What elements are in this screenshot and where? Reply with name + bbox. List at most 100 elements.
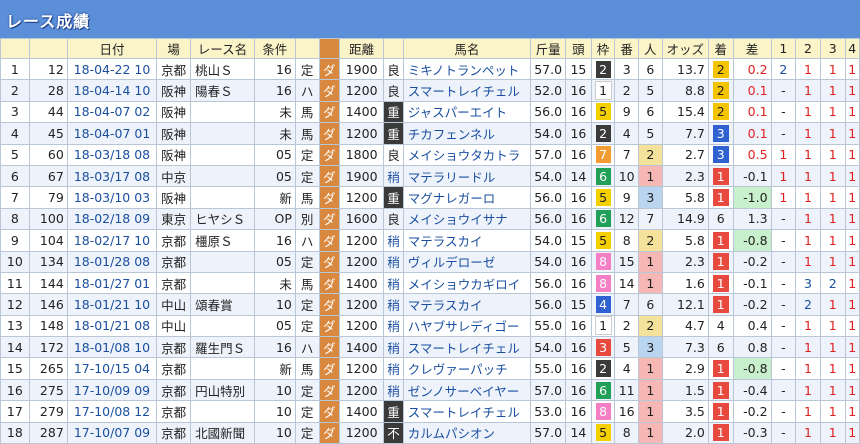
col-header-pos1[interactable]: 1	[770, 38, 797, 59]
col-header-pos3[interactable]: 3	[819, 38, 846, 59]
winner-horse-link[interactable]: スマートレイチェル	[402, 79, 532, 102]
col-header-surface[interactable]	[318, 38, 341, 59]
col-header-tag[interactable]	[294, 38, 320, 59]
col-header-heads[interactable]: 頭	[565, 38, 592, 59]
table-row[interactable]: 7 79 18-03/10 03 阪神 新馬ダ 1200 重マグナレガーロ 56.0 16 5 9 3…	[0, 186, 860, 209]
race-name	[190, 164, 255, 188]
race-date-link[interactable]: 18-03/17 08	[66, 164, 158, 188]
winner-horse-link[interactable]: マテラスカイ	[402, 229, 532, 252]
winner-horse-link[interactable]: カルムパシオン	[402, 421, 532, 444]
table-row[interactable]: 16 275 17-10/09 09 京都 円山特別 10 定ダ 1200 稍ゼンノサーベイヤー…	[0, 378, 860, 402]
col-header-horse[interactable]: 馬名	[402, 38, 532, 59]
table-row[interactable]: 12 146 18-01/21 10 中山 頌春賞 10 定ダ 1200 稍マテラスカイ 56.0…	[0, 293, 860, 316]
col-header-pos4[interactable]: 4	[844, 38, 860, 59]
winner-horse-link[interactable]: マグナレガーロ	[402, 186, 532, 209]
table-row[interactable]: 2 28 18-04-14 10 阪神 陽春Ｓ 16 ハダ 1200 良スマートレイチェル 52.…	[0, 79, 860, 102]
winner-horse-link[interactable]: スマートレイチェル	[402, 400, 532, 423]
table-row[interactable]: 10 134 18-01/28 08 京都 05 定ダ 1200 稍ヴィルデローゼ 54.0 16…	[0, 250, 860, 273]
margin: 0.1	[732, 100, 772, 124]
distance: 1400	[339, 271, 385, 295]
distance: 1400	[339, 100, 385, 124]
table-row[interactable]: 5 60 18-03/18 08 阪神 05 定ダ 1800 良メイショウタカトラ 57.0 16…	[0, 143, 860, 166]
finish-badge: 6	[716, 339, 725, 355]
col-header-finish[interactable]: 着	[707, 38, 734, 59]
winner-horse-link[interactable]: スマートレイチェル	[402, 336, 532, 359]
venue: 京都	[156, 57, 192, 81]
corner-position-4: 1	[844, 378, 860, 402]
col-header-distance[interactable]: 距離	[339, 38, 385, 59]
table-row[interactable]: 13 148 18-01/21 08 中山 05 定ダ 1200 稍ハヤブサレディゴー 55.0…	[0, 314, 860, 338]
col-header-cond[interactable]: 条件	[253, 38, 296, 59]
winner-horse-link[interactable]: メイショウカギロイ	[402, 271, 532, 295]
col-header-date[interactable]: 日付	[66, 38, 158, 59]
race-date-link[interactable]: 18-03/18 08	[66, 143, 158, 166]
col-header-id[interactable]	[28, 38, 68, 59]
winner-horse-link[interactable]: ゼンノサーベイヤー	[402, 378, 532, 402]
winner-horse-link[interactable]: ヴィルデローゼ	[402, 250, 532, 273]
winner-horse-link[interactable]: ハヤブサレディゴー	[402, 314, 532, 338]
track-condition: 良	[383, 79, 404, 102]
race-date-link[interactable]: 17-10/15 04	[66, 357, 158, 380]
table-row[interactable]: 6 67 18-03/17 08 中京 05 定ダ 1900 稍マテラリードル 54.0 14 6 1…	[0, 164, 860, 188]
col-header-no[interactable]	[0, 38, 30, 59]
col-header-race[interactable]: レース名	[190, 38, 255, 59]
row-number: 16	[0, 378, 30, 402]
race-date-link[interactable]: 18-01/27 01	[66, 271, 158, 295]
col-header-odds[interactable]: オッズ	[661, 38, 709, 59]
finish-badge: 3	[712, 124, 729, 142]
race-id: 279	[28, 400, 68, 423]
venue: 京都	[156, 271, 192, 295]
col-header-venue[interactable]: 場	[156, 38, 192, 59]
race-date-link[interactable]: 18-02/18 09	[66, 207, 158, 231]
margin: -1.0	[732, 186, 772, 209]
race-date-link[interactable]: 18-03/10 03	[66, 186, 158, 209]
track-condition: 稍	[383, 229, 404, 252]
race-date-link[interactable]: 17-10/09 09	[66, 378, 158, 402]
table-header-row: 日付場レース名 条件 距離 馬名 斤量頭枠番人オッズ着差 1 2 3 4	[0, 38, 860, 59]
table-row[interactable]: 18 287 17-10/07 09 京都 北國新聞 10 定ダ 1200 不カルムパシオン 57…	[0, 421, 860, 444]
table-row[interactable]: 3 44 18-04-07 02 阪神未馬ダ 1400 重ジャスパーエイト 56.0 16 5 9…	[0, 100, 860, 124]
winner-horse-link[interactable]: ジャスパーエイト	[402, 100, 532, 124]
col-header-margin[interactable]: 差	[732, 38, 772, 59]
winner-horse-link[interactable]: クレヴァーパッチ	[402, 357, 532, 380]
winner-horse-link[interactable]: マテラスカイ	[402, 293, 532, 316]
col-header-popularity[interactable]: 人	[638, 38, 663, 59]
finish-badge: 1	[712, 295, 729, 313]
race-date-link[interactable]: 18-01/21 10	[66, 293, 158, 316]
table-row[interactable]: 1 12 18-04-22 10 京都 桃山Ｓ 16 定ダ 1900 良ミキノトランペット 57.…	[0, 57, 860, 81]
race-date-link[interactable]: 18-04-07 02	[66, 100, 158, 124]
race-name	[190, 314, 255, 338]
race-date-link[interactable]: 18-04-22 10	[66, 57, 158, 81]
col-header-pos2[interactable]: 2	[795, 38, 821, 59]
race-date-link[interactable]: 18-04-14 10	[66, 79, 158, 102]
winner-horse-link[interactable]: ミキノトランペット	[402, 57, 532, 81]
corner-position-4: 1	[844, 314, 860, 338]
table-row[interactable]: 4 45 18-04-07 01 阪神未馬ダ 1200 重チカフェンネル 54.0 16 2 4 5…	[0, 122, 860, 145]
odds: 2.3	[661, 164, 709, 188]
table-row[interactable]: 11 144 18-01/27 01 京都未馬ダ 1400 稍メイショウカギロイ 56.0 1…	[0, 271, 860, 295]
winner-horse-link[interactable]: メイショウタカトラ	[402, 143, 532, 166]
table-row[interactable]: 17 279 17-10/08 12 京都 10 定ダ 1400 重スマートレイチェル 53.0…	[0, 400, 860, 423]
winner-horse-link[interactable]: チカフェンネル	[402, 122, 532, 145]
race-date-link[interactable]: 18-02/17 10	[66, 229, 158, 252]
race-date-link[interactable]: 18-01/28 08	[66, 250, 158, 273]
table-row[interactable]: 14 172 18-01/08 10 京都 羅生門Ｓ 16 ハダ 1400 稍スマートレイチェル…	[0, 336, 860, 359]
field-size: 15	[565, 229, 592, 252]
col-header-waku[interactable]: 枠	[590, 38, 616, 59]
table-row[interactable]: 9 104 18-02/17 10 京都 橿原Ｓ 16 ハダ 1200 稍マテラスカイ 54.0 1…	[0, 229, 860, 252]
odds: 4.7	[661, 314, 709, 338]
winner-horse-link[interactable]: メイショウイサナ	[402, 207, 532, 231]
table-row[interactable]: 15 265 17-10/15 04 京都 新馬ダ 1200 稍クレヴァーパッチ 55.0 16…	[0, 357, 860, 380]
page-header: レース成績	[0, 0, 860, 38]
col-header-weight[interactable]: 斤量	[530, 38, 567, 59]
race-date-link[interactable]: 18-01/08 10	[66, 336, 158, 359]
col-header-number[interactable]: 番	[614, 38, 639, 59]
race-date-link[interactable]: 18-04-07 01	[66, 122, 158, 145]
race-date-link[interactable]: 18-01/21 08	[66, 314, 158, 338]
race-class: 05	[253, 314, 296, 338]
col-header-track[interactable]	[383, 38, 404, 59]
winner-horse-link[interactable]: マテラリードル	[402, 164, 532, 188]
race-date-link[interactable]: 17-10/08 12	[66, 400, 158, 423]
table-row[interactable]: 8 100 18-02/18 09 東京 ヒヤシＳ OP 別ダ 1600 良メイショウイサナ 56…	[0, 207, 860, 231]
race-date-link[interactable]: 17-10/07 09	[66, 421, 158, 444]
